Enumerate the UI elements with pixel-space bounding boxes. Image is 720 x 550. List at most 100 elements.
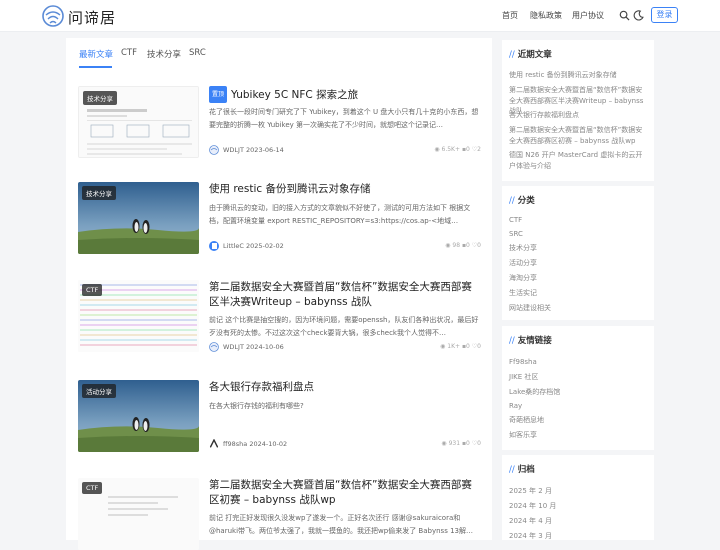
category-link[interactable]: 生活实记 [509, 288, 649, 299]
post-meta: LittleC 2025-02-02 ◉ 98 ▪0 ♡0 [209, 241, 481, 253]
post-date: 2024-10-02 [249, 440, 288, 448]
widget-recent-posts: //近期文章 使用 restic 备份到腾讯云对象存储 第二届数据安全大赛暨首届… [502, 40, 654, 181]
recent-post-link[interactable]: 德国 N26 开户 MasterCard 虚拟卡的云开户体验与介绍 [509, 150, 649, 171]
post-excerpt: 前记 打完正好发现很久没发wp了遂发一个。正好名次还行 感谢@sakuraico… [209, 514, 473, 535]
title-bar-icon: // [509, 50, 515, 60]
post-likes: 0 [477, 242, 481, 249]
post-comments: 0 [466, 440, 470, 447]
site-logo-icon[interactable] [42, 5, 64, 27]
post-category-badge[interactable]: 技术分享 [82, 186, 116, 200]
views-icon: ◉ [434, 146, 440, 153]
post-title[interactable]: 第二届数据安全大赛暨首届“数信杯”数据安全大赛西部赛区初赛 – babynss … [209, 478, 481, 508]
author-avatar[interactable] [209, 439, 219, 449]
friend-link[interactable]: Lake桑的存档馆 [509, 387, 649, 398]
tab-latest[interactable]: 最新文章 [79, 48, 113, 60]
friend-link[interactable]: Ff98sha [509, 357, 649, 368]
post-date: 2023-06-14 [246, 146, 284, 154]
tab-ctf[interactable]: CTF [121, 48, 137, 58]
nav-terms[interactable]: 用户协议 [572, 10, 604, 21]
friend-link[interactable]: Ray [509, 401, 649, 412]
pinned-badge: 置顶 [209, 86, 228, 103]
author-avatar[interactable] [209, 145, 219, 155]
post-excerpt: 由于腾讯云的变动，旧的接入方式的文章貌似不好使了，测试的可用方法如下 根据文档，… [209, 204, 471, 225]
post-views: 98 [452, 242, 461, 249]
post-meta: WDLJT 2024-10-06 ◉ 1K+ ▪0 ♡0 [209, 342, 481, 354]
category-link[interactable]: CTF [509, 215, 649, 226]
login-button[interactable]: 登录 [651, 7, 678, 23]
category-link[interactable]: 网站建设相关 [509, 303, 649, 314]
views-icon: ◉ [440, 343, 446, 350]
post-excerpt: 花了很长一段时间专门研究了下 Yubikey，到着这个 U 盘大小只有几十克的小… [209, 108, 479, 129]
friend-link[interactable]: 奇葩栖息地 [509, 415, 649, 426]
post-thumbnail[interactable]: CTF [78, 280, 199, 352]
widget-title-text: 分类 [517, 196, 535, 206]
post-title[interactable]: 使用 restic 备份到腾讯云对象存储 [209, 182, 481, 197]
category-link[interactable]: 活动分享 [509, 258, 649, 269]
post-thumbnail[interactable]: 技术分享 [78, 86, 199, 158]
post-views: 931 [448, 440, 461, 447]
title-bar-icon: // [509, 336, 515, 346]
widget-title: //归档 [509, 463, 535, 475]
post-title[interactable]: 第二届数据安全大赛暨首届“数信杯”数据安全大赛西部赛区半决赛Writeup – … [209, 280, 481, 310]
author-avatar[interactable] [209, 342, 219, 352]
author-avatar[interactable] [209, 241, 219, 251]
archive-link[interactable]: 2024 年 10 月 [509, 501, 649, 512]
post-thumbnail[interactable]: 技术分享 [78, 182, 199, 254]
post-thumbnail[interactable]: CTF [78, 478, 199, 550]
archive-link[interactable]: 2025 年 2 月 [509, 486, 649, 497]
post-likes: 0 [477, 440, 481, 447]
post-category-badge[interactable]: 活动分享 [82, 384, 116, 398]
title-bar-icon: // [509, 465, 515, 475]
post-thumbnail[interactable]: 活动分享 [78, 380, 199, 452]
post-likes: 2 [477, 146, 481, 153]
tab-src[interactable]: SRC [189, 48, 206, 58]
widget-title-text: 近期文章 [517, 50, 552, 60]
post-views: 6.5K+ [441, 146, 461, 153]
widget-title-text: 友情链接 [517, 336, 552, 346]
views-icon: ◉ [445, 242, 451, 249]
post-category-badge[interactable]: 技术分享 [83, 91, 117, 105]
post-author-date: ff98sha 2024-10-02 [223, 440, 287, 448]
post-author-date: LittleC 2025-02-02 [223, 242, 284, 250]
post-category-badge[interactable]: CTF [82, 284, 103, 296]
friend-link[interactable]: JIKE 社区 [509, 372, 649, 383]
post-comments: 0 [466, 146, 470, 153]
post-title[interactable]: 置顶 Yubikey 5C NFC 探索之旅 [209, 86, 481, 103]
post-author[interactable]: WDLJT [223, 343, 244, 351]
post-excerpt: 在各大银行存钱的福利有哪些? [209, 402, 304, 410]
active-tab-indicator [79, 66, 112, 68]
nav-home[interactable]: 首页 [502, 10, 518, 21]
widget-categories: //分类 CTF SRC 技术分享 活动分享 海淘分享 生活实记 网站建设相关 [502, 186, 654, 320]
widget-title-text: 归档 [517, 465, 535, 475]
recent-post-link[interactable]: 各大银行存款福利盘点 [509, 110, 649, 121]
post-category-badge[interactable]: CTF [82, 482, 103, 494]
post-stats: ◉ 6.5K+ ▪0 ♡2 [434, 146, 481, 153]
category-link[interactable]: 海淘分享 [509, 273, 649, 284]
widget-friend-links: //友情链接 Ff98sha JIKE 社区 Lake桑的存档馆 Ray 奇葩栖… [502, 326, 654, 450]
dark-mode-moon-icon[interactable] [633, 10, 644, 21]
nav-privacy[interactable]: 隐私政策 [530, 10, 562, 21]
post-date: 2024-10-06 [246, 343, 284, 351]
widget-title: //分类 [509, 194, 535, 206]
tab-tech[interactable]: 技术分享 [147, 48, 181, 60]
category-link[interactable]: 技术分享 [509, 243, 649, 254]
post-title[interactable]: 各大银行存款福利盘点 [209, 380, 481, 395]
widget-title: //友情链接 [509, 334, 552, 346]
post-author[interactable]: ff98sha [223, 440, 247, 448]
search-icon[interactable] [619, 10, 630, 21]
widget-archives: //归档 2025 年 2 月 2024 年 10 月 2024 年 4 月 2… [502, 455, 654, 540]
category-link[interactable]: SRC [509, 229, 649, 240]
post-title-text[interactable]: Yubikey 5C NFC 探索之旅 [231, 89, 358, 101]
recent-post-link[interactable]: 使用 restic 备份到腾讯云对象存储 [509, 70, 649, 81]
site-title[interactable]: 问谛居 [68, 7, 116, 28]
post-date: 2025-02-02 [245, 242, 284, 250]
post-stats: ◉ 1K+ ▪0 ♡0 [440, 343, 481, 350]
post-comments: 0 [466, 242, 470, 249]
friend-link[interactable]: 如客乐享 [509, 430, 649, 441]
widget-title: //近期文章 [509, 48, 552, 60]
post-author[interactable]: WDLJT [223, 146, 244, 154]
archive-link[interactable]: 2024 年 4 月 [509, 516, 649, 527]
post-stats: ◉ 931 ▪0 ♡0 [441, 440, 481, 447]
post-author[interactable]: LittleC [223, 242, 244, 250]
recent-post-link[interactable]: 第二届数据安全大赛暨首届“数信杯”数据安全大赛西部赛区初赛 – babynss … [509, 125, 649, 146]
